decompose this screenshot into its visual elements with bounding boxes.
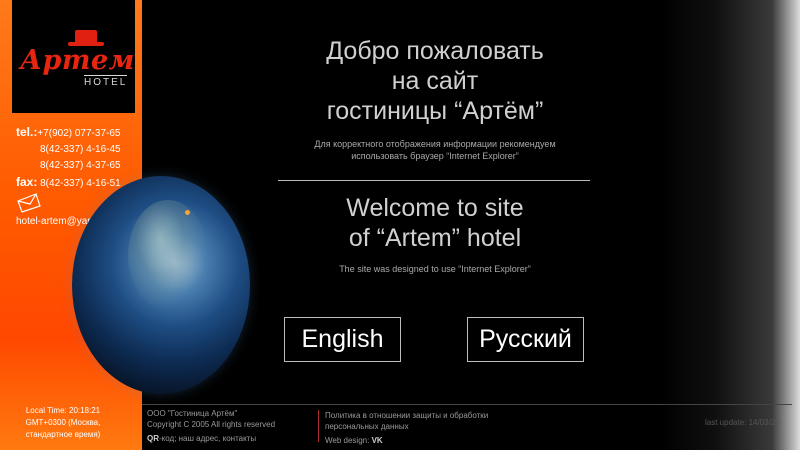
divider [278, 180, 590, 181]
fax-label: fax: [16, 175, 38, 189]
welcome-title-ru: Добро пожаловать на сайт гостиницы “Артё… [280, 36, 590, 126]
contacts-block: tel.:+7(902) 077-37-65 8(42-337) 4-16-45… [16, 124, 121, 192]
hint-ru-line: использовать браузер “Internet Explorer” [351, 151, 519, 161]
right-gradient [660, 0, 800, 450]
tel-label: tel.: [16, 125, 38, 139]
browser-hint-en: The site was designed to use “Internet E… [339, 264, 531, 274]
local-time: Local Time: 20:18:21 GMT+0300 (Москва, с… [18, 405, 108, 441]
footer-separator [318, 410, 319, 442]
location-marker-icon [185, 210, 190, 215]
russian-button[interactable]: Русский [467, 317, 584, 362]
design-value: VK [371, 436, 383, 445]
company-name: ООО "Гостиница Артём" [147, 409, 238, 418]
web-design-credit[interactable]: Web design: VK [325, 435, 383, 446]
welcome-ru-line: гостиницы “Артём” [326, 97, 544, 125]
fax-number: 8(42-337) 4-16-51 [40, 178, 121, 189]
welcome-ru-line: на сайт [391, 67, 479, 95]
welcome-title-en: Welcome to site of “Artem” hotel [280, 193, 590, 253]
welcome-en-line: Welcome to site [346, 194, 524, 222]
welcome-en-line: of “Artem” hotel [348, 224, 522, 252]
english-button[interactable]: English [284, 317, 401, 362]
design-label: Web design: [325, 436, 370, 445]
globe-landmass [128, 200, 208, 310]
logo-sub: HOTEL [84, 75, 128, 88]
hotel-logo[interactable]: Артем HOTEL [12, 0, 135, 113]
local-time-zone: GMT+0300 (Москва, [25, 418, 101, 427]
footer-company: ООО "Гостиница Артём" Copyright C 2005 A… [147, 408, 275, 430]
local-time-zone-name: стандартное время) [25, 430, 101, 439]
footer-divider [142, 404, 792, 405]
privacy-policy-link[interactable]: Политика в отношении защиты и обработки … [325, 410, 515, 432]
phone-1: +7(902) 077-37-65 [37, 128, 121, 139]
local-time-line: Local Time: 20:18:21 [25, 406, 101, 415]
phone-3: 8(42-337) 4-37-65 [40, 160, 121, 171]
last-update: last update: 14/03/25 [705, 418, 780, 427]
logo-word: Артем [20, 45, 135, 76]
envelope-icon[interactable] [16, 193, 42, 213]
qr-label: QR [147, 434, 159, 443]
welcome-ru-line: Добро пожаловать [326, 37, 544, 65]
copyright: Copyright C 2005 All rights reserved [147, 420, 276, 429]
phone-2: 8(42-337) 4-16-45 [40, 144, 121, 155]
top-hat-icon [68, 30, 104, 46]
qr-link[interactable]: QR-код; наш адрес, контакты [147, 433, 256, 444]
hint-ru-line: Для корректного отображения информации р… [314, 139, 556, 149]
page: Артем HOTEL tel.:+7(902) 077-37-65 8(42-… [0, 0, 800, 450]
browser-hint-ru: Для корректного отображения информации р… [270, 138, 600, 162]
qr-text: -код; наш адрес, контакты [159, 434, 257, 443]
